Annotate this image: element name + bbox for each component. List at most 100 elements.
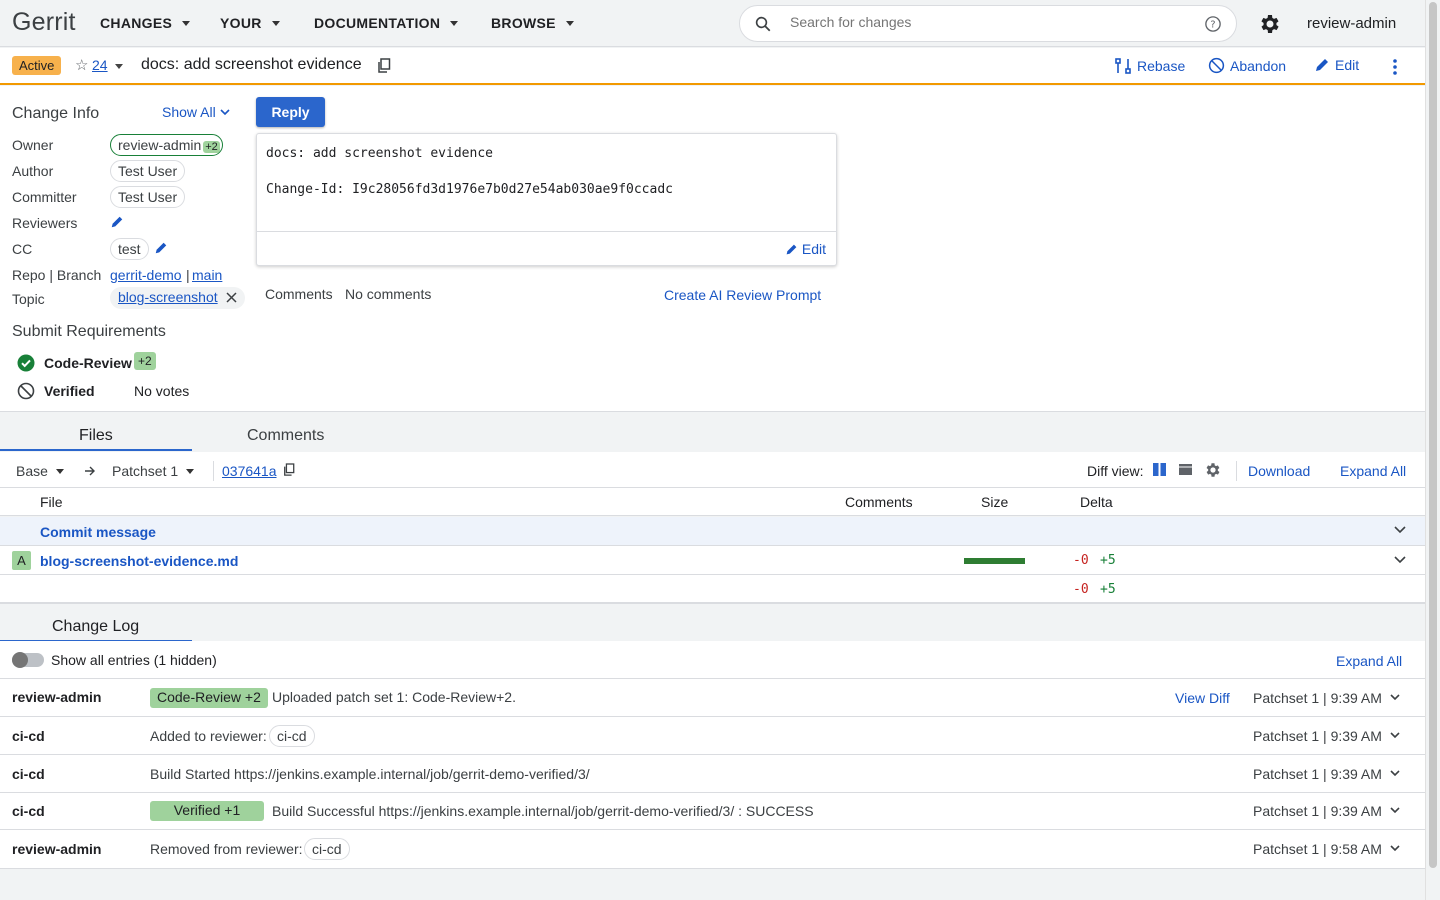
branch-link[interactable]: main <box>192 267 222 283</box>
show-all-button[interactable]: Show All <box>162 104 230 120</box>
search-box: ? <box>739 5 1237 42</box>
repo-link[interactable]: gerrit-demo <box>110 267 182 283</box>
diff-view-label: Diff view: <box>1087 463 1144 479</box>
chevron-down-icon[interactable] <box>1390 732 1400 739</box>
change-number-link[interactable]: 24 <box>92 57 108 73</box>
edit-cc-pencil-icon[interactable] <box>154 241 168 255</box>
change-info-area: Change Info Show All Owner review-admin +… <box>0 86 1425 412</box>
download-link[interactable]: Download <box>1248 463 1310 479</box>
copy-icon[interactable] <box>377 58 391 74</box>
log-message: Uploaded patch set 1: Code-Review+2. <box>272 689 516 705</box>
tab-change-log[interactable]: Change Log <box>52 618 139 636</box>
log-entry[interactable]: ci-cd Build Started https://jenkins.exam… <box>0 755 1425 793</box>
diff-settings-gear-icon[interactable] <box>1204 461 1222 479</box>
log-author: ci-cd <box>12 803 45 819</box>
base-dropdown[interactable]: Base <box>16 463 64 479</box>
topic-link[interactable]: blog-screenshot <box>118 289 218 305</box>
tab-files[interactable]: Files <box>79 427 113 445</box>
unified-diff-icon[interactable] <box>1178 462 1193 477</box>
commit-message-row[interactable]: Commit message <box>0 517 1425 546</box>
more-vert-icon[interactable] <box>1392 58 1398 76</box>
nav-browse[interactable]: BROWSE <box>491 15 574 31</box>
nav-changes[interactable]: CHANGES <box>100 15 191 31</box>
reviewer-chip[interactable]: ci-cd <box>269 725 315 747</box>
reviewer-chip[interactable]: ci-cd <box>304 838 350 860</box>
expand-all-log-link[interactable]: Expand All <box>1336 653 1402 669</box>
edit-label: Edit <box>1335 57 1360 73</box>
chevron-down-icon[interactable] <box>1390 807 1400 814</box>
rebase-button[interactable]: Rebase <box>1114 57 1185 75</box>
patchset-dropdown[interactable]: Patchset 1 <box>112 463 195 479</box>
commit-sha-link[interactable]: 037641a <box>222 463 277 479</box>
size-column-header: Size <box>981 494 1009 510</box>
file-table-header: File Comments Size Delta <box>0 488 1425 516</box>
log-timestamp: Patchset 1 | 9:39 AM <box>1253 690 1382 706</box>
repo-branch-separator: | <box>186 267 190 283</box>
edit-change-button[interactable]: Edit <box>1314 57 1359 73</box>
nav-changes-label: CHANGES <box>100 15 173 31</box>
requirement-code-review[interactable]: Code-Review <box>44 355 132 371</box>
author-chip[interactable]: Test User <box>110 160 186 182</box>
lines-deleted: -0 <box>1073 553 1089 568</box>
chevron-down-icon[interactable] <box>1390 694 1400 701</box>
log-entry[interactable]: review-admin Removed from reviewer: ci-c… <box>0 830 1425 869</box>
toggle-knob <box>12 652 28 668</box>
view-diff-link[interactable]: View Diff <box>1175 690 1230 706</box>
log-timestamp: Patchset 1 | 9:58 AM <box>1253 841 1382 857</box>
help-icon[interactable]: ? <box>1204 15 1222 33</box>
tab-active-indicator <box>0 449 192 451</box>
abandon-button[interactable]: Abandon <box>1208 57 1286 74</box>
create-ai-review-prompt-link[interactable]: Create AI Review Prompt <box>664 287 821 303</box>
edit-commit-message-button[interactable]: Edit <box>785 241 826 257</box>
log-message: Build Started https://jenkins.example.in… <box>150 766 590 782</box>
commit-message-link[interactable]: Commit message <box>40 524 156 540</box>
file-link[interactable]: blog-screenshot-evidence.md <box>40 553 238 569</box>
log-entry[interactable]: ci-cd Verified +1 Build Successful https… <box>0 793 1425 830</box>
chevron-down-icon[interactable] <box>1394 556 1406 564</box>
log-entry[interactable]: ci-cd Added to reviewer: ci-cd Patchset … <box>0 717 1425 755</box>
chevron-down-icon[interactable] <box>1390 770 1400 777</box>
search-input[interactable] <box>790 14 1190 30</box>
chevron-down-icon <box>271 20 280 26</box>
cc-chip[interactable]: test <box>110 238 149 260</box>
gerrit-logo[interactable]: Gerrit <box>12 8 76 37</box>
log-author: ci-cd <box>12 728 45 744</box>
abandon-label: Abandon <box>1230 57 1287 74</box>
nav-documentation[interactable]: DOCUMENTATION <box>314 15 459 31</box>
nav-your[interactable]: YOUR <box>220 15 280 31</box>
change-log-toolbar: Show all entries (1 hidden) Expand All <box>0 641 1425 679</box>
settings-gear-icon[interactable] <box>1258 12 1282 36</box>
log-author: review-admin <box>12 689 102 705</box>
chevron-down-icon[interactable] <box>1390 845 1400 852</box>
copy-icon[interactable] <box>283 463 295 477</box>
nav-documentation-label: DOCUMENTATION <box>314 15 441 31</box>
log-author: ci-cd <box>12 766 45 782</box>
author-label: Author <box>12 163 54 179</box>
committer-chip[interactable]: Test User <box>110 186 186 208</box>
reply-button[interactable]: Reply <box>256 97 325 127</box>
top-header: Gerrit CHANGES YOUR DOCUMENTATION BROWSE… <box>0 0 1425 47</box>
show-all-entries-text: Show all entries <box>51 652 150 668</box>
edit-commit-label: Edit <box>801 241 826 257</box>
side-by-side-diff-icon[interactable] <box>1152 462 1167 477</box>
owner-chip[interactable]: review-admin +2 <box>110 134 223 156</box>
file-row[interactable]: A blog-screenshot-evidence.md -0 +5 <box>0 546 1425 575</box>
expand-all-files-link[interactable]: Expand All <box>1340 463 1406 479</box>
star-icon[interactable]: ☆ <box>75 56 88 74</box>
total-lines-added: +5 <box>1100 582 1116 597</box>
comments-value: No comments <box>345 286 432 302</box>
chevron-down-icon[interactable] <box>115 64 123 69</box>
requirement-verified[interactable]: Verified <box>44 383 95 399</box>
show-all-entries-label: Show all entries (1 hidden) <box>51 652 217 668</box>
log-entry[interactable]: review-admin Code-Review +2 Uploaded pat… <box>0 679 1425 717</box>
search-icon[interactable] <box>754 15 772 33</box>
user-menu[interactable]: review-admin <box>1307 15 1396 32</box>
commit-message-change-id: Change-Id: I9c28056fd3d1976e7b0d27e54ab0… <box>266 182 673 197</box>
close-icon[interactable] <box>225 292 237 303</box>
edit-reviewers-pencil-icon[interactable] <box>110 215 124 229</box>
base-label: Base <box>16 463 48 479</box>
log-message: Added to reviewer: <box>150 728 267 744</box>
tab-comments[interactable]: Comments <box>247 427 324 445</box>
scrollbar-thumb[interactable] <box>1429 2 1437 868</box>
chevron-down-icon[interactable] <box>1394 526 1406 534</box>
